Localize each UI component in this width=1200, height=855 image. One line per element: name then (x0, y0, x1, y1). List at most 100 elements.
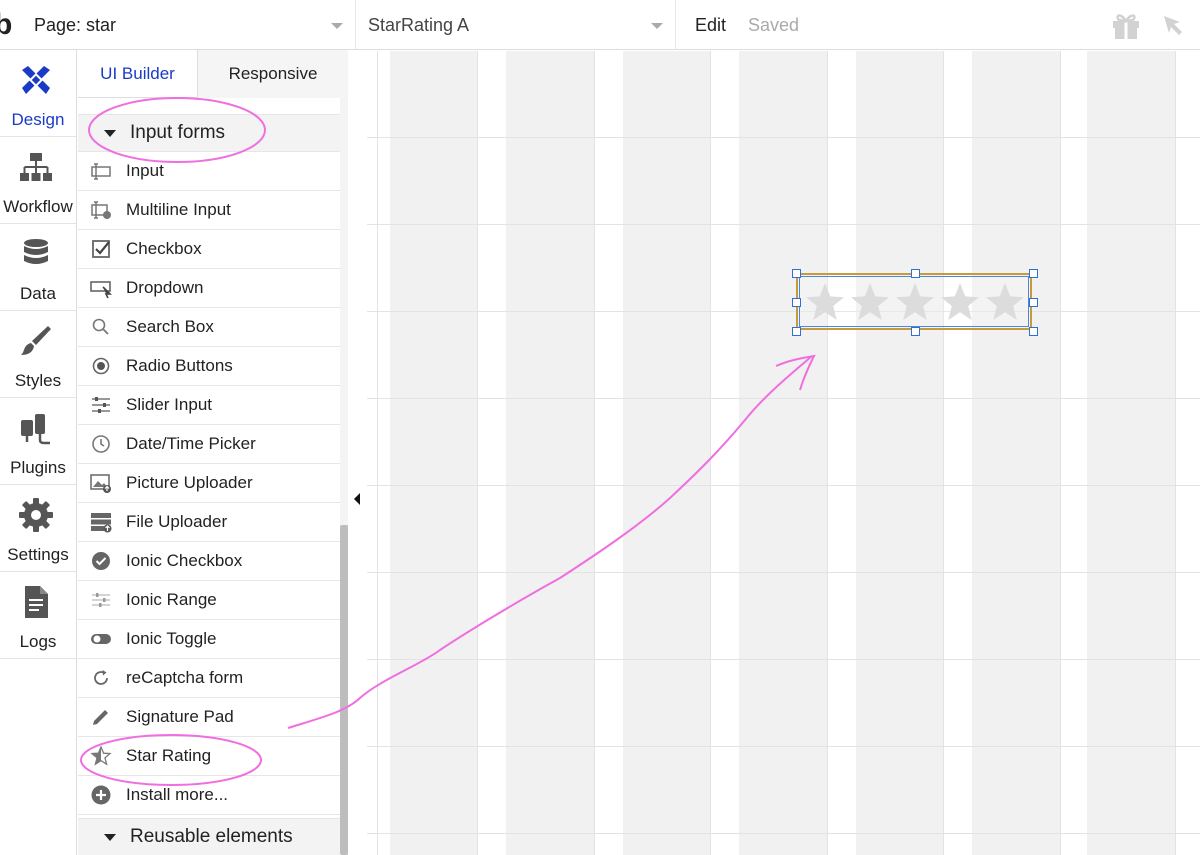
resize-handle-top-right[interactable] (1029, 269, 1038, 278)
grid-line (367, 659, 1200, 660)
star-icon[interactable] (804, 281, 846, 323)
item-label: Install more... (126, 785, 229, 804)
list-item-input[interactable]: Input (78, 152, 340, 191)
resize-handle-bottom-right[interactable] (1029, 327, 1038, 336)
grid-column (623, 51, 710, 855)
list-item-slider-input[interactable]: Slider Input (78, 386, 340, 425)
resize-handle-right[interactable] (1029, 298, 1038, 307)
ionic-checkbox-icon (90, 550, 112, 572)
design-icon (22, 66, 50, 94)
cursor-icon[interactable] (1160, 12, 1186, 38)
grid-column (972, 51, 1060, 855)
list-item-install-more[interactable]: Install more... (78, 776, 340, 815)
star-rating-element[interactable] (792, 269, 1038, 336)
star-icon[interactable] (849, 281, 891, 323)
item-label: Signature Pad (126, 707, 234, 726)
star-icon[interactable] (984, 281, 1026, 323)
left-nav: Design Workflow Data Styles Plugins Sett… (0, 50, 77, 855)
item-label: Ionic Toggle (126, 629, 217, 648)
resize-handle-top[interactable] (911, 269, 920, 278)
scrollbar-thumb[interactable] (340, 525, 348, 855)
section-title: Input forms (130, 122, 226, 143)
nav-label: Data (20, 284, 56, 303)
input-icon (90, 160, 112, 182)
list-item-recaptcha-form[interactable]: reCaptcha form (78, 659, 340, 698)
nav-design[interactable]: Design (0, 50, 76, 137)
page-selector[interactable]: Page: star (22, 0, 356, 50)
top-bar: b Page: star StarRating A Edit Saved (0, 0, 1200, 50)
chevron-down-icon (651, 23, 663, 29)
slider-icon (90, 394, 112, 416)
search-icon (90, 316, 112, 338)
grid-column (390, 51, 477, 855)
list-item-checkbox[interactable]: Checkbox (78, 230, 340, 269)
item-label: Input (126, 161, 164, 180)
list-item-picture-uploader[interactable]: Picture Uploader (78, 464, 340, 503)
item-label: Date/Time Picker (126, 434, 256, 453)
nav-data[interactable]: Data (0, 224, 76, 311)
grid-line (377, 51, 378, 855)
nav-label: Logs (19, 632, 57, 651)
list-item-multiline-input[interactable]: Multiline Input (78, 191, 340, 230)
ionic-range-icon (90, 589, 112, 611)
nav-plugins[interactable]: Plugins (0, 398, 76, 485)
list-item-search-box[interactable]: Search Box (78, 308, 340, 347)
tab-responsive[interactable]: Responsive (198, 50, 348, 98)
grid-line (1175, 51, 1176, 855)
section-reusable-elements[interactable]: Reusable elements (78, 818, 340, 855)
app-logo[interactable]: b (0, 8, 12, 42)
list-item-ionic-checkbox[interactable]: Ionic Checkbox (78, 542, 340, 581)
list-item-signature-pad[interactable]: Signature Pad (78, 698, 340, 737)
list-item-dropdown[interactable]: Dropdown (78, 269, 340, 308)
gear-icon (19, 498, 53, 532)
list-item-file-uploader[interactable]: File Uploader (78, 503, 340, 542)
item-label: Dropdown (126, 278, 204, 297)
nav-label: Plugins (10, 458, 66, 477)
resize-handle-left[interactable] (792, 298, 801, 307)
design-canvas[interactable] (367, 51, 1200, 855)
section-input-forms[interactable]: Input forms (78, 114, 340, 152)
list-item-ionic-range[interactable]: Ionic Range (78, 581, 340, 620)
plug-icon (21, 414, 50, 445)
list-item-date-time-picker[interactable]: Date/Time Picker (78, 425, 340, 464)
collapse-panel-icon[interactable] (350, 488, 364, 510)
refresh-icon (90, 667, 112, 689)
clock-icon (90, 433, 112, 455)
gift-icon[interactable] (1110, 10, 1142, 40)
grid-line (943, 51, 944, 855)
item-label: reCaptcha form (126, 668, 244, 687)
grid-line (367, 398, 1200, 399)
grid-line (367, 311, 1200, 312)
workflow-icon (20, 153, 52, 181)
nav-workflow[interactable]: Workflow (0, 137, 76, 224)
resize-handle-bottom-left[interactable] (792, 327, 801, 336)
panel-tabs: UI Builder Responsive (78, 50, 348, 98)
star-icon[interactable] (894, 281, 936, 323)
list-item-ionic-toggle[interactable]: Ionic Toggle (78, 620, 340, 659)
grid-column (506, 51, 594, 855)
plus-circle-icon (90, 784, 112, 806)
grid-line (367, 833, 1200, 834)
tab-ui-builder[interactable]: UI Builder (78, 50, 198, 98)
nav-styles[interactable]: Styles (0, 311, 76, 398)
element-selector-label: StarRating A (368, 14, 470, 35)
nav-settings[interactable]: Settings (0, 485, 76, 572)
element-selector[interactable]: StarRating A (356, 0, 676, 50)
toggle-icon (90, 628, 112, 650)
list-item-star-rating[interactable]: Star Rating (78, 737, 340, 776)
nav-label: Styles (14, 371, 62, 390)
section-title: Reusable elements (130, 826, 293, 847)
nav-logs[interactable]: Logs (0, 572, 76, 659)
resize-handle-bottom[interactable] (911, 327, 920, 336)
star-icon[interactable] (939, 281, 981, 323)
grid-column (1087, 51, 1175, 855)
grid-line (367, 485, 1200, 486)
list-item-radio-buttons[interactable]: Radio Buttons (78, 347, 340, 386)
caret-down-icon (104, 129, 116, 137)
edit-menu[interactable]: Edit (695, 0, 726, 50)
grid-line (594, 51, 595, 855)
element-panel: UI Builder Responsive Input forms Input … (78, 50, 348, 855)
item-label: File Uploader (126, 512, 228, 531)
star-row (802, 279, 1028, 325)
resize-handle-top-left[interactable] (792, 269, 801, 278)
